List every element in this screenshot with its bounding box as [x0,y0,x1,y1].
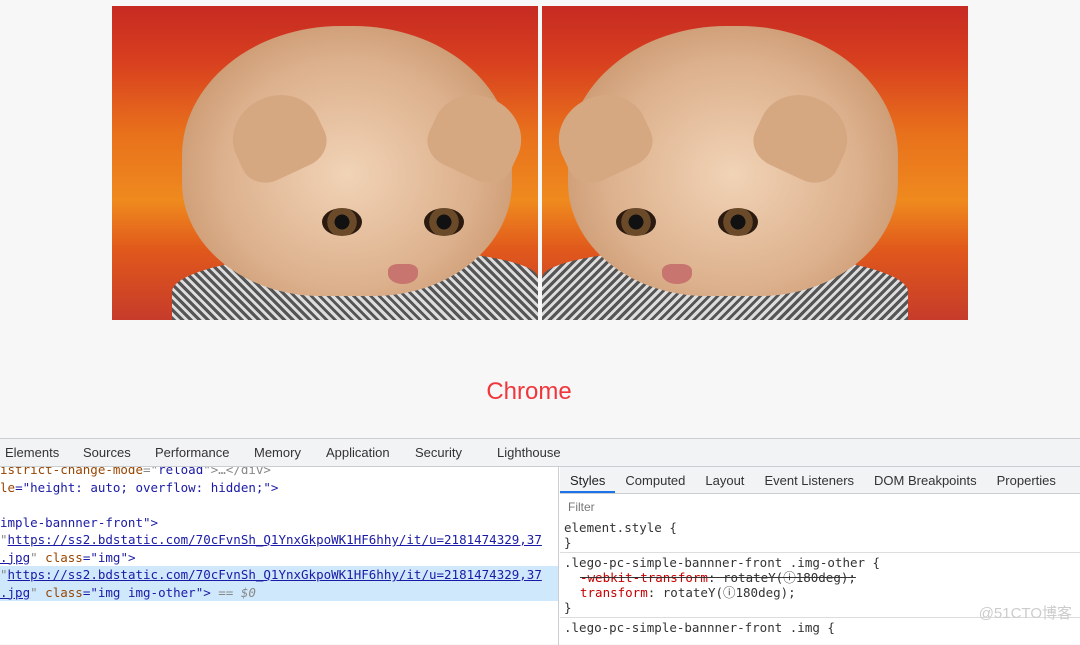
tab-layout[interactable]: Layout [695,467,754,493]
tab-properties[interactable]: Properties [987,467,1066,493]
tab-memory[interactable]: Memory [254,439,326,466]
filter-input[interactable]: Filter [564,496,1080,518]
dom-node[interactable]: imple-bannner-front"> [0,514,558,532]
devtools-panel: Elements Sources Performance Memory Appl… [0,438,1080,645]
devtools-tabs: Elements Sources Performance Memory Appl… [0,439,1080,467]
watermark: @51CTO博客 [978,605,1072,622]
tab-application[interactable]: Application [326,439,415,466]
tab-styles[interactable]: Styles [560,467,616,493]
kitten-image-mirrored [542,6,968,320]
caption: Chrome [486,378,572,405]
elements-tree[interactable]: istrict-change-mode="reload">…</div> le=… [0,467,559,645]
tab-sources[interactable]: Sources [83,439,155,466]
tab-lighthouse[interactable]: Lighthouse [497,439,561,466]
image-url-link[interactable]: https://ss2.bdstatic.com/70cFvnSh_Q1YnxG… [8,532,542,547]
tab-dom-breakpoints[interactable]: DOM Breakpoints [864,467,987,493]
kitten-image [112,6,538,320]
tab-security[interactable]: Security [415,439,497,466]
selected-node[interactable]: "https://ss2.bdstatic.com/70cFvnSh_Q1Ynx… [0,566,558,584]
tab-computed[interactable]: Computed [615,467,695,493]
tab-event-listeners[interactable]: Event Listeners [754,467,864,493]
styles-pane: Styles Computed Layout Event Listeners D… [560,467,1080,645]
tab-elements[interactable]: Elements [5,439,83,466]
rule-element-style[interactable]: element.style {} [560,518,1080,553]
tab-performance[interactable]: Performance [155,439,254,466]
